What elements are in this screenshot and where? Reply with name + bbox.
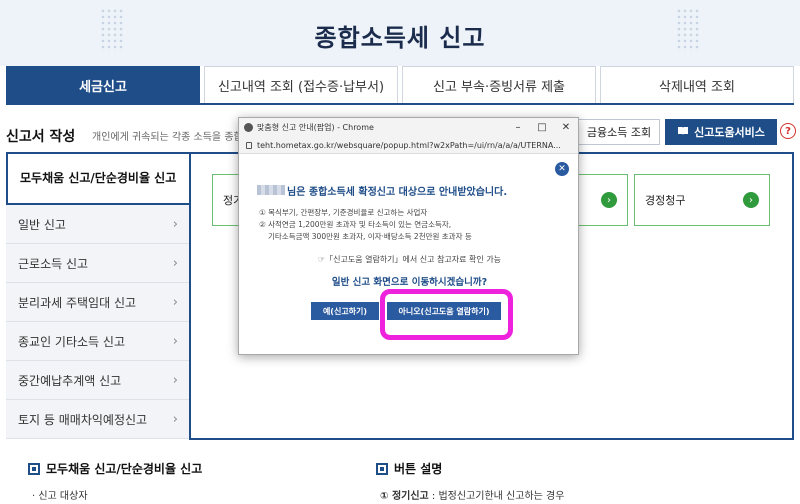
bottom-left-sub: · 신고 대상자 xyxy=(32,491,88,502)
popup-line-3: 기타소득금액 300만원 초과자, 이자·배당소득 2천만원 초과자 등 xyxy=(268,232,472,241)
tab-document-submit[interactable]: 신고 부속·증빙서류 제출 xyxy=(402,66,596,104)
sidebar-item-earned-income[interactable]: 근로소득 신고 › xyxy=(6,244,190,283)
bottom-left-heading: 모두채움 신고/단순경비율 신고 xyxy=(28,460,202,477)
window-controls: – □ ✕ xyxy=(506,118,578,137)
popup-reference: ☞「신고도움 열람하기」에서 신고 참고자료 확인 가능 xyxy=(317,255,502,264)
sidebar-item-label: 일반 신고 xyxy=(18,217,66,232)
button-desc-label: ① 정기신고 xyxy=(380,491,429,502)
sidebar-item-religious[interactable]: 종교인 기타소득 신고 › xyxy=(6,322,190,361)
square-bullet-icon xyxy=(28,462,40,475)
sidebar-item-house-rental[interactable]: 분리과세 주택임대 신고 › xyxy=(6,283,190,322)
page-header: 종합소득세 신고 xyxy=(0,0,800,66)
sidebar-item-general[interactable]: 일반 신고 › xyxy=(6,205,190,244)
book-icon xyxy=(677,126,689,139)
filing-help-button[interactable]: 신고도움서비스 xyxy=(665,119,777,145)
card-label: 경정청구 xyxy=(645,194,686,207)
chevron-right-icon: › xyxy=(172,411,178,427)
bottom-right-heading: 버튼 설명 xyxy=(376,460,442,477)
chevron-right-icon: › xyxy=(172,294,178,310)
sidebar-item-interim[interactable]: 중간예납추계액 신고 › xyxy=(6,361,190,400)
bottom-right-sub: ① 정기신고 : 법정신고기한내 신고하는 경우 xyxy=(380,487,564,502)
sidebar-item-land-sale[interactable]: 토지 등 매매차익예정신고 › xyxy=(6,400,190,439)
popup-titlebar: 맞춤형 신고 안내(팝업) - Chrome – □ ✕ xyxy=(239,118,578,137)
maximize-icon[interactable]: □ xyxy=(530,118,554,137)
sidebar-item-label: 종교인 기타소득 신고 xyxy=(18,334,125,349)
bottom-left-heading-text: 모두채움 신고/단순경비율 신고 xyxy=(46,462,203,476)
financial-income-label: 금융소득 조회 xyxy=(586,126,652,139)
sidebar-item-label: 토지 등 매매차익예정신고 xyxy=(18,412,148,427)
section-description: 개인에게 귀속되는 각종 소득을 종합하여 xyxy=(92,132,262,143)
popup-line-1: ① 복식부기, 간편장부, 기준경비율로 신고하는 사업자 xyxy=(259,208,428,217)
chevron-right-icon: › xyxy=(172,255,178,271)
sidebar-item-label: 근로소득 신고 xyxy=(18,256,89,271)
chrome-favicon-icon xyxy=(244,123,253,132)
sidebar: 모두채움 신고/단순경비율 신고 일반 신고 › 근로소득 신고 › 분리과세 주택… xyxy=(6,152,190,440)
highlight-annotation xyxy=(380,289,513,340)
tab-tax-filing[interactable]: 세금신고 xyxy=(6,66,200,104)
section-title: 신고서 작성 xyxy=(6,129,76,145)
popup-line-2: ② 사적연금 1,200만원 초과자 및 타소득이 있는 연금소득자, xyxy=(259,220,452,229)
tab-filing-history[interactable]: 신고내역 조회 (접수증·납부서) xyxy=(204,66,398,104)
close-icon[interactable]: ✕ xyxy=(555,162,569,176)
window-close-icon[interactable]: ✕ xyxy=(554,118,578,137)
popup-url: teht.hometax.go.kr/websquare/popup.html?… xyxy=(257,140,561,150)
minimize-icon[interactable]: – xyxy=(506,118,530,137)
button-desc-text: : 법정신고기한내 신고하는 경우 xyxy=(428,491,565,502)
redacted-name xyxy=(257,185,285,195)
tab-deleted-history[interactable]: 삭제내역 조회 xyxy=(600,66,794,104)
arrow-right-icon: › xyxy=(743,192,759,208)
popup-headline: 님은 종합소득세 확정신고 대상으로 안내받았습니다. xyxy=(287,187,508,198)
chevron-right-icon: › xyxy=(172,333,178,349)
bottom-right-heading-text: 버튼 설명 xyxy=(394,462,443,476)
lock-icon xyxy=(246,141,252,149)
popup-window-title: 맞춤형 신고 안내(팝업) - Chrome xyxy=(257,123,374,132)
filing-help-label: 신고도움서비스 xyxy=(694,126,765,139)
tab-underline xyxy=(6,103,794,105)
popup-urlbar: teht.hometax.go.kr/websquare/popup.html?… xyxy=(239,137,578,154)
popup-question: 일반 신고 화면으로 이동하시겠습니까? xyxy=(331,277,488,288)
main-tabs: 세금신고 신고내역 조회 (접수증·납부서) 신고 부속·증빙서류 제출 삭제내… xyxy=(6,66,794,104)
page-title: 종합소득세 신고 xyxy=(314,24,486,52)
chevron-right-icon: › xyxy=(172,216,178,232)
card-correction-claim[interactable]: 경정청구 › xyxy=(634,174,770,226)
yes-file-button[interactable]: 예(신고하기) xyxy=(311,302,379,320)
sidebar-item-label: 중간예납추계액 신고 xyxy=(18,373,122,388)
financial-income-button[interactable]: 금융소득 조회 xyxy=(578,119,660,145)
sidebar-item-prefilled[interactable]: 모두채움 신고/단순경비율 신고 xyxy=(6,152,190,205)
help-question-icon[interactable]: ? xyxy=(780,123,796,139)
sidebar-item-label: 분리과세 주택임대 신고 xyxy=(18,295,137,310)
chevron-right-icon: › xyxy=(172,372,178,388)
arrow-right-icon: › xyxy=(601,192,617,208)
square-bullet-icon xyxy=(376,462,388,475)
